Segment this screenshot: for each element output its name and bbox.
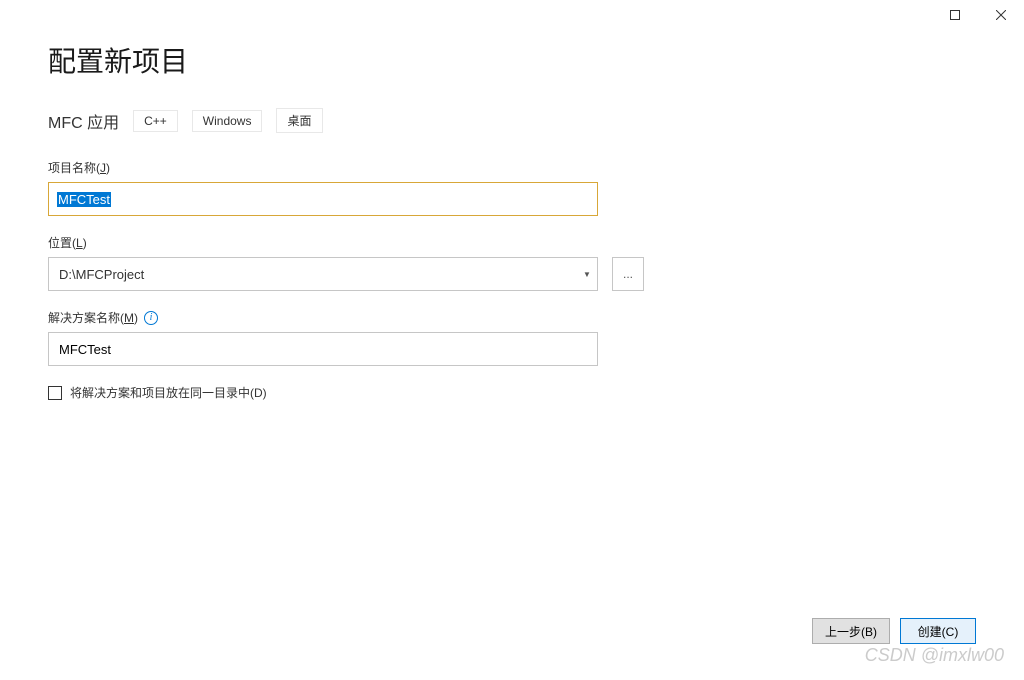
project-name-value: MFCTest	[57, 192, 111, 207]
location-group: 位置(L) D:\MFCProject ▼ ...	[48, 234, 976, 291]
maximize-button[interactable]	[932, 0, 978, 30]
project-type-row: MFC 应用 C++ Windows 桌面	[48, 108, 976, 133]
same-directory-row: 将解决方案和项目放在同一目录中(D)	[48, 384, 976, 401]
same-directory-label: 将解决方案和项目放在同一目录中(D)	[70, 384, 267, 401]
solution-name-input[interactable]	[48, 332, 598, 366]
footer-buttons: 上一步(B) 创建(C)	[812, 618, 976, 644]
tag-desktop: 桌面	[276, 108, 322, 133]
project-name-label: 项目名称(J)	[48, 159, 976, 176]
location-label: 位置(L)	[48, 234, 976, 251]
solution-name-label: 解决方案名称(M) i	[48, 309, 976, 326]
window-titlebar	[932, 0, 1024, 30]
create-button[interactable]: 创建(C)	[900, 618, 976, 644]
tag-windows: Windows	[192, 110, 263, 132]
back-button[interactable]: 上一步(B)	[812, 618, 890, 644]
watermark: CSDN @imxlw00	[865, 645, 1004, 666]
browse-button[interactable]: ...	[612, 257, 644, 291]
tag-cpp: C++	[133, 110, 178, 132]
project-name-input[interactable]: MFCTest	[48, 182, 598, 216]
close-button[interactable]	[978, 0, 1024, 30]
project-name-group: 项目名称(J) MFCTest	[48, 159, 976, 216]
same-directory-checkbox[interactable]	[48, 386, 62, 400]
location-input[interactable]: D:\MFCProject ▼	[48, 257, 598, 291]
main-content: 配置新项目 MFC 应用 C++ Windows 桌面 项目名称(J) MFCT…	[0, 0, 1024, 401]
solution-name-group: 解决方案名称(M) i	[48, 309, 976, 366]
info-icon[interactable]: i	[144, 311, 158, 325]
location-value: D:\MFCProject	[49, 267, 577, 282]
page-title: 配置新项目	[48, 40, 976, 80]
project-type-label: MFC 应用	[48, 109, 119, 133]
chevron-down-icon[interactable]: ▼	[577, 270, 597, 279]
